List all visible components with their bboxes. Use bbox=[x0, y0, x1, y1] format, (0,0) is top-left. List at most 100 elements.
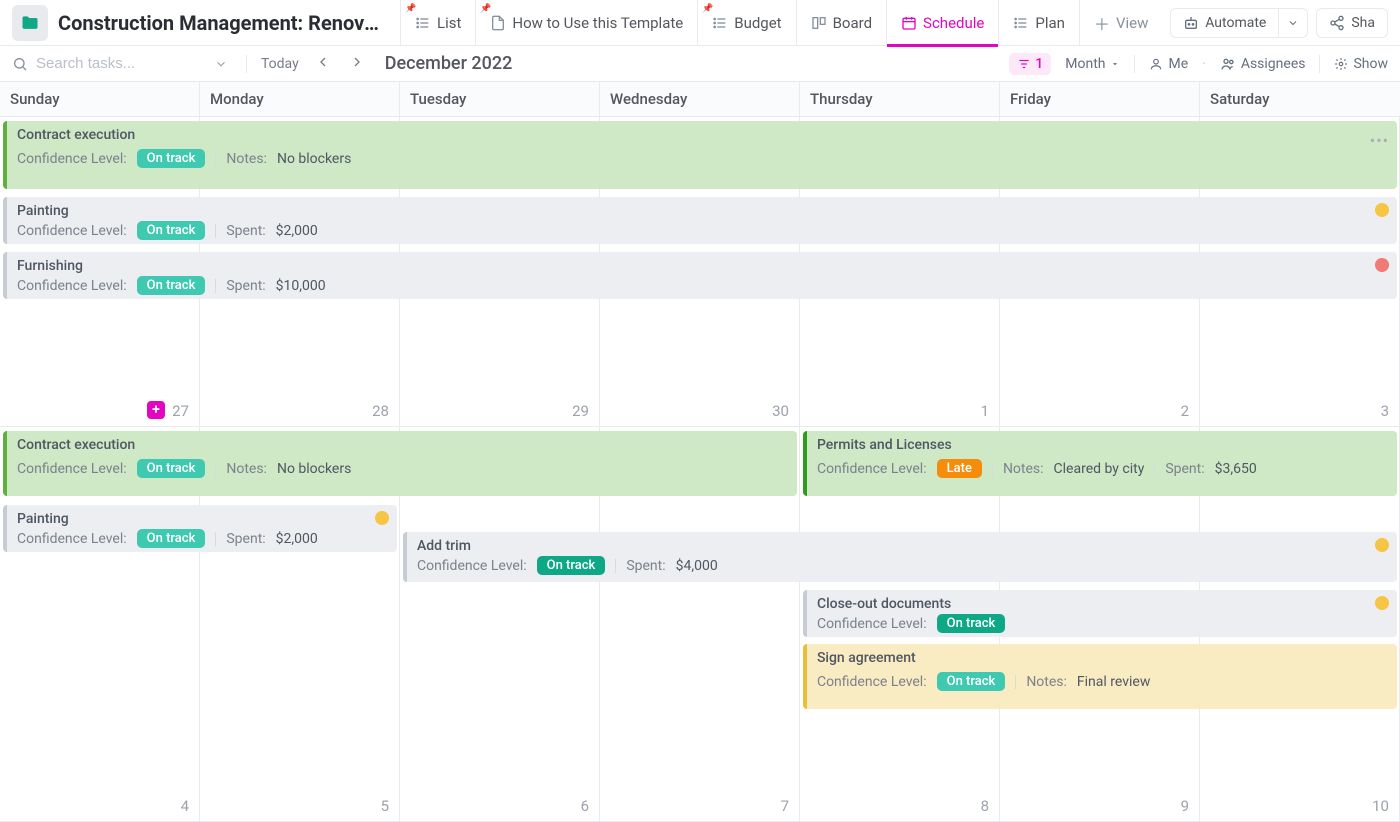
date-number: 9 bbox=[1181, 797, 1189, 815]
automate-button[interactable]: Automate bbox=[1170, 8, 1279, 38]
status-badge: On track bbox=[137, 276, 206, 295]
event-painting[interactable]: Painting Confidence Level: On track Spen… bbox=[3, 197, 1397, 244]
weekday: Sunday bbox=[0, 82, 200, 116]
more-icon[interactable]: ••• bbox=[1370, 131, 1389, 150]
divider bbox=[246, 55, 247, 73]
list-icon bbox=[415, 15, 431, 31]
search-input[interactable] bbox=[36, 55, 196, 72]
share-icon bbox=[1329, 15, 1345, 31]
tab-label: List bbox=[437, 14, 461, 32]
tab-schedule[interactable]: Schedule bbox=[886, 0, 998, 46]
status-badge: On track bbox=[137, 149, 206, 168]
event-title: Close-out documents bbox=[817, 596, 1387, 612]
list-icon bbox=[1013, 15, 1029, 31]
prev-month-button[interactable] bbox=[313, 54, 333, 74]
assignees-label: Assignees bbox=[1241, 56, 1306, 72]
page-title[interactable]: Construction Management: Renovatio... bbox=[58, 11, 388, 35]
field-label: Spent: bbox=[226, 531, 265, 547]
event-add-trim[interactable]: Add trim Confidence Level: On track Spen… bbox=[403, 532, 1397, 582]
search-dropdown[interactable] bbox=[210, 53, 232, 75]
field-value: Final review bbox=[1077, 674, 1150, 690]
calendar-icon bbox=[901, 15, 917, 31]
field-value: $2,000 bbox=[276, 531, 318, 547]
pin-icon: 📌 bbox=[702, 4, 713, 14]
weekday: Thursday bbox=[800, 82, 1000, 116]
date-number: 27 bbox=[172, 402, 189, 420]
separator bbox=[215, 224, 216, 238]
tab-howto[interactable]: 📌 How to Use this Template bbox=[475, 0, 697, 46]
board-icon bbox=[811, 15, 827, 31]
today-button[interactable]: Today bbox=[261, 56, 299, 72]
field-label: Notes: bbox=[226, 151, 267, 167]
status-badge: On track bbox=[937, 614, 1006, 633]
add-view-button[interactable]: ＋ View bbox=[1079, 0, 1162, 46]
event-painting[interactable]: Painting Confidence Level: On track Spen… bbox=[3, 505, 397, 552]
tab-label: Budget bbox=[734, 14, 781, 32]
me-filter[interactable]: Me bbox=[1149, 56, 1188, 72]
month-label: December 2022 bbox=[385, 53, 513, 74]
date-number: 5 bbox=[381, 797, 389, 815]
tab-list[interactable]: 📌 List bbox=[400, 0, 475, 46]
field-label: Confidence Level: bbox=[17, 223, 127, 239]
calendar-body: + 27 28 29 30 1 2 3 ••• Contract executi… bbox=[0, 117, 1400, 822]
doc-icon bbox=[490, 15, 506, 31]
status-indicator-icon bbox=[1375, 596, 1389, 610]
field-label: Confidence Level: bbox=[817, 674, 927, 690]
show-button[interactable]: Show bbox=[1334, 56, 1388, 72]
search-wrap bbox=[12, 55, 196, 72]
automate-dropdown[interactable] bbox=[1279, 8, 1308, 38]
field-label: Spent: bbox=[226, 223, 265, 239]
status-indicator-icon bbox=[1375, 203, 1389, 217]
tab-label: Plan bbox=[1035, 14, 1065, 32]
share-button[interactable]: Sha bbox=[1316, 8, 1388, 38]
field-value: $2,000 bbox=[276, 223, 318, 239]
filter-indicator[interactable]: 1 bbox=[1009, 53, 1051, 75]
date-number: 6 bbox=[581, 797, 589, 815]
field-label: Confidence Level: bbox=[17, 278, 127, 294]
add-task-button[interactable]: + bbox=[147, 401, 165, 419]
event-title: Furnishing bbox=[17, 258, 1387, 274]
chevron-down-icon bbox=[1287, 17, 1299, 29]
event-permits[interactable]: Permits and Licenses Confidence Level: L… bbox=[803, 431, 1397, 496]
tab-budget[interactable]: 📌 Budget bbox=[697, 0, 795, 46]
separator bbox=[215, 152, 216, 166]
event-title: Add trim bbox=[417, 538, 1387, 554]
automate-label: Automate bbox=[1205, 15, 1266, 31]
plus-icon: ＋ bbox=[1094, 11, 1110, 35]
field-label: Confidence Level: bbox=[417, 558, 527, 574]
event-furnishing[interactable]: Furnishing Confidence Level: On track Sp… bbox=[3, 252, 1397, 299]
date-number: 4 bbox=[181, 797, 189, 815]
event-sign-agreement[interactable]: Sign agreement Confidence Level: On trac… bbox=[803, 644, 1397, 709]
tab-board[interactable]: Board bbox=[796, 0, 886, 46]
tab-label: How to Use this Template bbox=[512, 14, 683, 32]
date-number: 1 bbox=[981, 402, 989, 420]
separator bbox=[615, 559, 616, 573]
pin-icon: 📌 bbox=[405, 4, 416, 14]
date-number: 2 bbox=[1181, 402, 1189, 420]
folder-icon[interactable] bbox=[12, 5, 48, 41]
event-title: Painting bbox=[17, 203, 1387, 219]
assignees-filter[interactable]: Assignees bbox=[1220, 56, 1306, 72]
scale-selector[interactable]: Month bbox=[1065, 56, 1120, 72]
filter-icon bbox=[1017, 57, 1031, 71]
weekday: Wednesday bbox=[600, 82, 800, 116]
weekday: Tuesday bbox=[400, 82, 600, 116]
event-contract-execution[interactable]: ••• Contract execution Confidence Level:… bbox=[3, 121, 1397, 189]
event-title: Permits and Licenses bbox=[817, 437, 1387, 453]
event-closeout[interactable]: Close-out documents Confidence Level: On… bbox=[803, 590, 1397, 637]
people-icon bbox=[1220, 56, 1236, 72]
event-contract-execution[interactable]: Contract execution Confidence Level: On … bbox=[3, 431, 797, 496]
separator bbox=[215, 532, 216, 546]
weekday: Saturday bbox=[1200, 82, 1400, 116]
tab-plan[interactable]: Plan bbox=[998, 0, 1079, 46]
field-value: No blockers bbox=[277, 461, 351, 477]
calendar-week: + 27 28 29 30 1 2 3 ••• Contract executi… bbox=[0, 117, 1400, 427]
divider bbox=[1319, 55, 1320, 73]
date-number: 10 bbox=[1372, 797, 1389, 815]
chevron-right-icon bbox=[349, 54, 365, 70]
tab-label: Schedule bbox=[923, 14, 984, 32]
next-month-button[interactable] bbox=[347, 54, 367, 74]
caret-down-icon bbox=[1110, 59, 1120, 69]
list-icon bbox=[712, 15, 728, 31]
show-label: Show bbox=[1353, 56, 1388, 72]
